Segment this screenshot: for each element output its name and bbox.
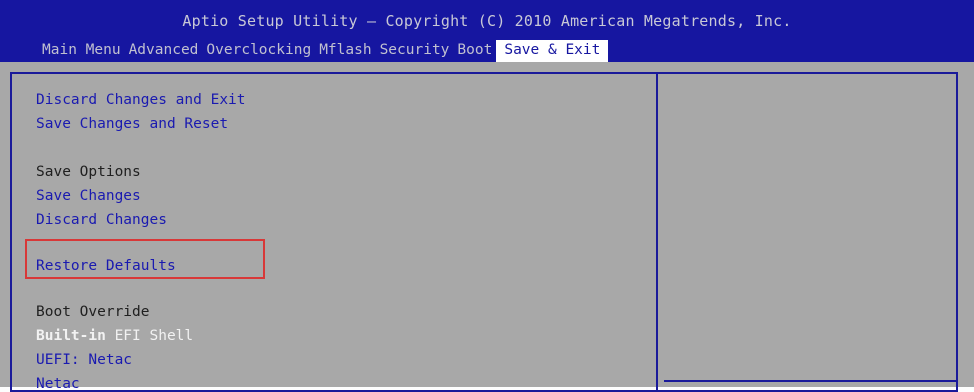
tab-bar: Main Menu Advanced Overclocking Mflash S… — [38, 40, 609, 62]
tab-security[interactable]: Security — [376, 40, 454, 62]
bios-title: Aptio Setup Utility – Copyright (C) 2010… — [182, 12, 792, 30]
tab-overclocking[interactable]: Overclocking — [202, 40, 315, 62]
restore-defaults-highlight — [25, 239, 265, 279]
bios-screen: Aptio Setup Utility – Copyright (C) 2010… — [0, 0, 974, 392]
menu-item-builtin-efi-shell[interactable]: Built-in EFI Shell — [36, 328, 193, 344]
tab-boot[interactable]: Boot — [453, 40, 496, 62]
tab-save-exit[interactable]: Save & Exit — [496, 40, 609, 62]
menu-item-save-changes[interactable]: Save Changes — [36, 188, 141, 204]
menu-item-discard-changes[interactable]: Discard Changes — [36, 212, 167, 228]
builtin-rest: EFI Shell — [105, 328, 194, 344]
heading-boot-override: Boot Override — [36, 304, 150, 320]
heading-save-options: Save Options — [36, 164, 141, 180]
menu-item-netac[interactable]: Netac — [36, 376, 80, 392]
help-panel-rule — [664, 380, 958, 382]
menu-item-discard-changes-and-exit[interactable]: Discard Changes and Exit — [36, 92, 246, 108]
builtin-prefix: Built-in — [36, 328, 106, 344]
tab-advanced[interactable]: Advanced — [125, 40, 203, 62]
tab-mflash[interactable]: Mflash — [315, 40, 375, 62]
menu-item-save-changes-and-reset[interactable]: Save Changes and Reset — [36, 116, 228, 132]
tab-main-menu[interactable]: Main Menu — [38, 40, 125, 62]
menu-item-uefi-netac[interactable]: UEFI: Netac — [36, 352, 132, 368]
bios-header: Aptio Setup Utility – Copyright (C) 2010… — [0, 0, 974, 62]
panel-divider — [656, 72, 658, 392]
